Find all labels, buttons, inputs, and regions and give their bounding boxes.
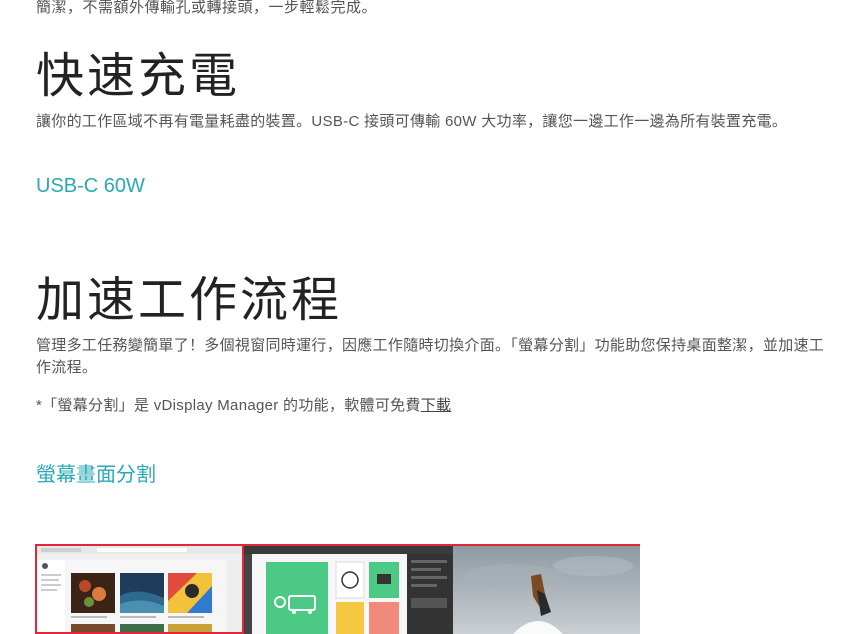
workflow-description: 管理多工任務變簡單了！多個視窗同時運行，因應工作隨時切換介面。「螢幕分割」功能助… xyxy=(36,337,825,376)
workflow-note-text: *「螢幕分割」是 vDisplay Manager 的功能，軟體可免費 xyxy=(36,397,421,414)
photo-preview[interactable] xyxy=(453,544,640,634)
design-app-illustration xyxy=(244,546,453,634)
workflow-note: *「螢幕分割」是 vDisplay Manager 的功能，軟體可免費下載 xyxy=(36,395,836,417)
workflow-heading: 加速工作流程 xyxy=(36,274,343,327)
browser-window-preview[interactable] xyxy=(35,544,244,634)
fast-charge-heading: 快速充電 xyxy=(36,50,241,103)
split-screen-feature-label: 螢幕畫面分割 xyxy=(36,464,156,486)
split-screen-preview-strip xyxy=(35,544,640,634)
browser-window-illustration xyxy=(37,546,242,632)
photo-illustration xyxy=(453,546,640,634)
intro-tail-text: 簡潔，不需額外傳輸孔或轉接頭，一步輕鬆完成。 xyxy=(36,0,378,16)
fast-charge-description: 讓你的工作區域不再有電量耗盡的裝置。USB-C 接頭可傳輸 60W 大功率，讓您… xyxy=(36,113,788,130)
design-app-preview[interactable] xyxy=(244,544,453,634)
download-link[interactable]: 下載 xyxy=(421,397,452,414)
fast-charge-feature-label: USB-C 60W xyxy=(36,175,145,197)
